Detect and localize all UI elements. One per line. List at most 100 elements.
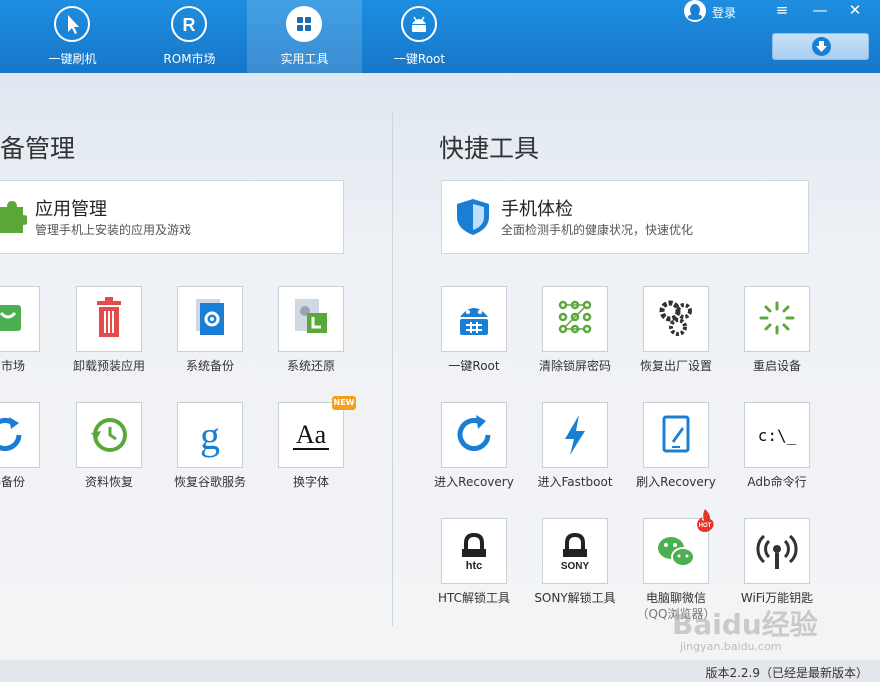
tool-label: Adb命令行 (747, 475, 807, 489)
tool-clear-lock-password[interactable] (542, 286, 608, 352)
main-panel: 备管理 快捷工具 应用管理 管理手机上安装的应用及游戏 手机体检 全面检测手机的… (0, 73, 880, 660)
pattern-lock-icon (558, 300, 592, 334)
tool-factory-reset[interactable] (643, 286, 709, 352)
tool-adb-command-line[interactable]: c:\_ (744, 402, 810, 468)
nav-tab-root[interactable]: 一键Root (362, 0, 477, 73)
top-nav-bar: 一键刷机 R ROM市场 实用工具 一键Root 登录 ≡ — ✕ (0, 0, 880, 73)
tool-wifi-master-key[interactable] (744, 518, 810, 584)
nav-tab-tools[interactable]: 实用工具 (247, 0, 362, 73)
refresh-icon (457, 415, 491, 451)
tool-sony-unlock[interactable]: SONY (542, 518, 608, 584)
menu-icon[interactable]: ≡ (770, 0, 794, 20)
wifi-key-icon (756, 534, 798, 569)
sony-lock-icon: SONY (561, 532, 590, 572)
restore-icon (295, 299, 327, 333)
avatar[interactable] (684, 0, 706, 22)
tool-label: 卸载预装应用 (72, 359, 145, 373)
sync-icon (0, 417, 22, 451)
tool-label: 一键Root (448, 359, 500, 373)
phone-checkup-title: 手机体检 (501, 199, 573, 220)
download-icon (812, 37, 831, 56)
tool-label: 系统备份 (185, 359, 234, 373)
tool-htc-unlock[interactable]: htc (441, 518, 507, 584)
tool-label: 恢复出厂设置 (639, 359, 712, 373)
tool-flash-recovery[interactable] (643, 402, 709, 468)
tablet-pen-icon (662, 415, 690, 453)
close-button[interactable]: ✕ (843, 0, 867, 20)
tool-label: 重启设备 (752, 359, 801, 373)
lightning-icon (565, 415, 585, 455)
phone-checkup-card[interactable]: 手机体检 全面检测手机的健康状况，快速优化 (441, 180, 809, 254)
app-management-title: 应用管理 (35, 199, 107, 220)
tool-label: 资料恢复 (84, 475, 133, 489)
tool-label: 进入Fastboot (537, 475, 613, 489)
tool-label: 用市场 (0, 359, 25, 373)
nav-tab-label: 一键Root (393, 52, 446, 66)
android-root-icon (460, 308, 488, 335)
tool-label: 系统还原 (286, 359, 335, 373)
tool-label: 料备份 (0, 475, 25, 489)
svg-text:htc: htc (466, 560, 483, 572)
tool-app-market[interactable] (0, 286, 40, 352)
tool-data-restore[interactable] (76, 402, 142, 468)
minimize-button[interactable]: — (808, 0, 832, 20)
rom-icon: R (171, 6, 207, 42)
nav-tab-label: 一键刷机 (48, 52, 97, 66)
tool-label: HTC解锁工具 (437, 591, 511, 605)
tool-system-backup[interactable] (177, 286, 243, 352)
backup-icon (196, 299, 224, 335)
new-badge: NEW (332, 396, 356, 410)
watermark: Baidu经验 (672, 608, 818, 641)
android-icon (401, 6, 437, 42)
grid-icon (286, 6, 322, 42)
tool-label: 刷入Recovery (636, 475, 716, 489)
tool-data-backup[interactable] (0, 402, 40, 468)
status-bar: 版本2.2.9（已经是最新版本） (0, 660, 880, 682)
tool-system-restore[interactable] (278, 286, 344, 352)
tool-label: SONY解锁工具 (534, 591, 616, 605)
loading-icon (759, 301, 795, 335)
puzzle-icon (0, 201, 27, 233)
app-management-card[interactable]: 应用管理 管理手机上安装的应用及游戏 (0, 180, 344, 254)
svg-text:c:\_: c:\_ (758, 426, 797, 445)
trash-icon (97, 297, 121, 337)
terminal-icon: c:\_ (758, 426, 797, 445)
download-button[interactable] (772, 33, 869, 60)
tool-label: 恢复谷歌服务 (173, 475, 246, 489)
tool-enter-fastboot[interactable] (542, 402, 608, 468)
section-title-quick-tools: 快捷工具 (439, 134, 540, 163)
tool-restore-google-services[interactable]: g (177, 402, 243, 468)
tool-change-font[interactable]: Aa (278, 402, 344, 468)
shopping-bag-icon (0, 305, 21, 331)
divider (392, 111, 393, 626)
font-icon: Aa (293, 420, 329, 450)
shield-icon (457, 199, 489, 235)
htc-lock-icon: htc (462, 532, 486, 572)
version-text: 版本2.2.9（已经是最新版本） (705, 666, 868, 680)
nav-tab-rom-market[interactable]: R ROM市场 (132, 0, 247, 73)
gears-icon (659, 300, 692, 336)
svg-text:R: R (183, 15, 196, 35)
tool-reboot-device[interactable] (744, 286, 810, 352)
svg-text:HOT: HOT (699, 523, 712, 529)
section-title-device-management: 备管理 (0, 134, 76, 163)
nav-tab-flash[interactable]: 一键刷机 (15, 0, 130, 73)
tool-one-click-root[interactable] (441, 286, 507, 352)
login-link[interactable]: 登录 (712, 4, 736, 21)
tool-uninstall-preinstalled[interactable] (76, 286, 142, 352)
svg-text:Aa: Aa (296, 420, 327, 449)
watermark-url: jingyan.baidu.com (680, 640, 782, 653)
tool-label: 换字体 (292, 475, 329, 489)
tool-enter-recovery[interactable] (441, 402, 507, 468)
hot-badge: HOT (697, 509, 714, 532)
history-icon (91, 418, 127, 452)
phone-checkup-desc: 全面检测手机的健康状况，快速优化 (501, 223, 694, 237)
nav-tab-label: 实用工具 (280, 52, 329, 66)
nav-tab-label: ROM市场 (163, 52, 216, 66)
svg-text:SONY: SONY (561, 561, 590, 572)
google-icon: g (200, 413, 220, 458)
cursor-icon (54, 6, 90, 42)
tool-label: 进入Recovery (434, 475, 514, 489)
svg-text:g: g (200, 413, 220, 458)
app-management-desc: 管理手机上安装的应用及游戏 (35, 223, 192, 237)
